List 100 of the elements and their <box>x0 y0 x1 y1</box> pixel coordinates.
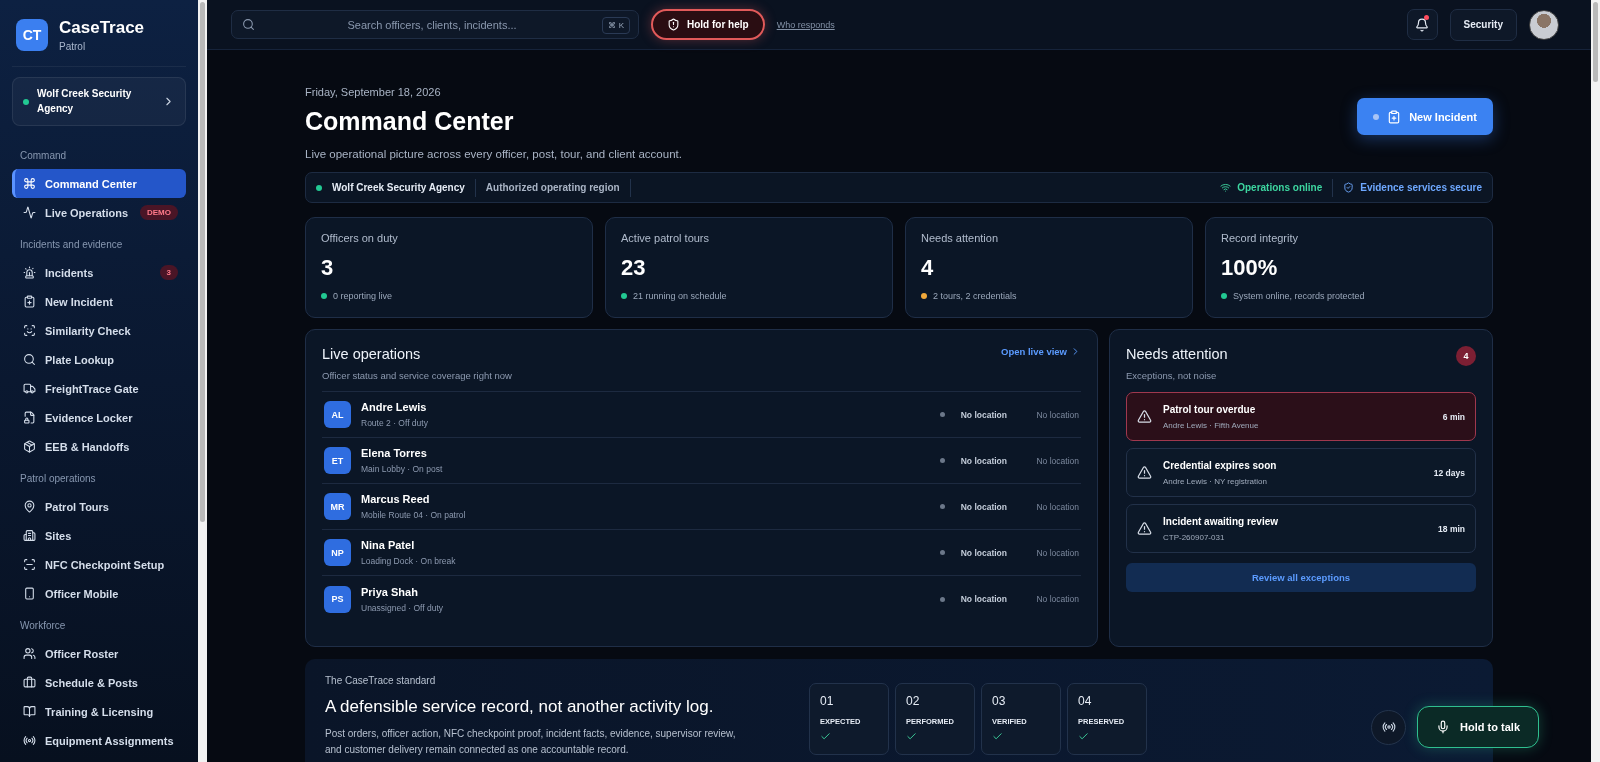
step-number: 03 <box>992 694 1007 708</box>
stat-value: 3 <box>321 255 335 281</box>
officer-name: Nina Patel <box>361 539 416 551</box>
nav-icon <box>23 382 36 395</box>
product-name: Patrol <box>59 41 87 52</box>
stat-value: 23 <box>621 255 647 281</box>
shield-icon <box>667 18 680 31</box>
nav-item[interactable]: Sites <box>12 521 186 550</box>
panel-subtitle: Exceptions, not noise <box>1126 370 1218 381</box>
bell-icon <box>1415 17 1430 32</box>
nav-icon <box>23 676 36 689</box>
nav-item[interactable]: Evidence Locker <box>12 403 186 432</box>
nav-icon <box>23 500 36 513</box>
exception-item[interactable]: Credential expires soon Andre Lewis · NY registration 12 days <box>1126 448 1476 497</box>
nav-item[interactable]: Incidents 3 <box>12 258 186 287</box>
exception-age: 18 min <box>1438 523 1465 534</box>
officer-initials: MR <box>324 493 351 520</box>
officer-name: Priya Shah <box>361 585 419 598</box>
nav-item[interactable]: Schedule & Posts <box>12 668 186 697</box>
nav-item[interactable]: Similarity Check <box>12 316 186 345</box>
nav-item[interactable]: Training & Licensing <box>12 697 186 726</box>
officer-name: Elena Torres <box>361 447 428 459</box>
nav-section-title: Patrol operations <box>19 472 97 486</box>
officer-initials: NP <box>324 539 351 566</box>
officer-status: No location <box>960 594 1007 604</box>
new-incident-button[interactable]: New Incident <box>1357 98 1493 135</box>
officer-detail: Route 2 · Off duty <box>361 418 429 428</box>
nav-icon <box>23 353 36 366</box>
scrollbar[interactable] <box>198 0 207 762</box>
nav-item[interactable]: Patrol Tours <box>12 492 186 521</box>
nav-icon <box>23 587 36 600</box>
broadcast-icon <box>1381 720 1396 734</box>
exception-age: 6 min <box>1442 411 1465 422</box>
nav-icon <box>23 266 36 279</box>
stat-label: Needs attention <box>921 232 1000 244</box>
nav-icon <box>23 734 36 747</box>
officer-name: Marcus Reed <box>361 493 431 505</box>
panel-title: Needs attention <box>1126 346 1228 362</box>
brand-name: CaseTrace <box>59 18 145 38</box>
stat-value: 100% <box>1221 255 1279 281</box>
status-indicator: Operations online <box>1220 182 1323 193</box>
nav-item[interactable]: Equipment Assignments <box>12 726 186 755</box>
nav-icon <box>23 295 36 308</box>
nav-item[interactable]: FreightTrace Gate <box>12 374 186 403</box>
officer-status: No location <box>960 455 1007 466</box>
notifications-button[interactable] <box>1406 9 1438 40</box>
warning-icon <box>1137 409 1152 424</box>
shortcut-hint: ⌘ K <box>602 17 630 34</box>
review-exceptions-button[interactable]: Review all exceptions <box>1126 563 1476 592</box>
hold-for-help-button[interactable]: Hold for help <box>651 9 765 40</box>
stat-value: 4 <box>921 255 935 281</box>
nav-item[interactable]: Officer Mobile <box>12 579 186 608</box>
officer-status: No location <box>960 409 1007 420</box>
officer-initials: ET <box>324 447 351 474</box>
officer-detail: Unassigned · Off duty <box>361 602 445 613</box>
nav-item[interactable]: New Incident <box>12 287 186 316</box>
clipboard-icon <box>1387 109 1402 124</box>
status-indicator: Evidence services secure <box>1343 182 1482 193</box>
agency-switcher[interactable]: Wolf Creek Security Agency <box>12 77 186 126</box>
officer-detail: Mobile Route 04 · On patrol <box>361 510 467 520</box>
exception-item[interactable]: Patrol tour overdue Andre Lewis · Fifth Avenue 6 min <box>1126 392 1476 441</box>
stat-note: 0 reporting live <box>333 291 393 301</box>
hold-to-talk-button[interactable]: Hold to talk <box>1417 706 1539 748</box>
nav-item[interactable]: EEB & Handoffs <box>12 432 186 461</box>
shield-icon <box>1343 182 1355 193</box>
avatar[interactable] <box>1529 9 1559 40</box>
exception-title: Incident awaiting review <box>1163 515 1280 527</box>
officer-location: No location <box>1035 594 1079 604</box>
panel-subtitle: Officer status and service coverage right now <box>322 370 512 381</box>
page-title: Command Center <box>305 107 515 136</box>
nav-icon <box>23 558 36 571</box>
nav-icon <box>23 177 36 190</box>
search-icon <box>242 18 255 31</box>
nav-item[interactable]: Command Center <box>12 169 186 198</box>
stat-note: 21 running on schedule <box>633 291 727 301</box>
date: Friday, September 18, 2026 <box>305 86 442 98</box>
nav-item[interactable]: Plate Lookup <box>12 345 186 374</box>
exception-detail: Andre Lewis · Fifth Avenue <box>1163 420 1260 430</box>
role-button[interactable]: Security <box>1449 8 1517 41</box>
nav-item[interactable]: Live Operations DEMO <box>12 198 186 227</box>
exception-title: Credential expires soon <box>1163 459 1278 471</box>
nav-icon <box>23 529 36 542</box>
panel-title: Live operations <box>322 346 422 362</box>
stat-label: Active patrol tours <box>621 232 711 244</box>
exception-detail: Andre Lewis · NY registration <box>1163 476 1268 486</box>
officer-location: No location <box>1035 455 1079 466</box>
who-responds-link[interactable]: Who responds <box>776 19 835 30</box>
nav-item[interactable]: Officer Roster <box>12 639 186 668</box>
nav-item[interactable]: NFC Checkpoint Setup <box>12 550 186 579</box>
exception-item[interactable]: Incident awaiting review CTP-260907-031 18 min <box>1126 504 1476 553</box>
logo: CT <box>16 19 48 51</box>
nav-section-title: Incidents and evidence <box>19 238 124 252</box>
scrollbar[interactable] <box>1591 0 1600 762</box>
officer-initials: PS <box>324 585 351 613</box>
nav-icon <box>23 324 36 337</box>
officer-location: No location <box>1035 547 1079 558</box>
open-live-view-link[interactable]: Open live view <box>1001 346 1081 357</box>
officer-detail: Loading Dock · On break <box>361 556 457 566</box>
officer-status: No location <box>960 501 1007 512</box>
exception-detail: CTP-260907-031 <box>1163 532 1226 542</box>
